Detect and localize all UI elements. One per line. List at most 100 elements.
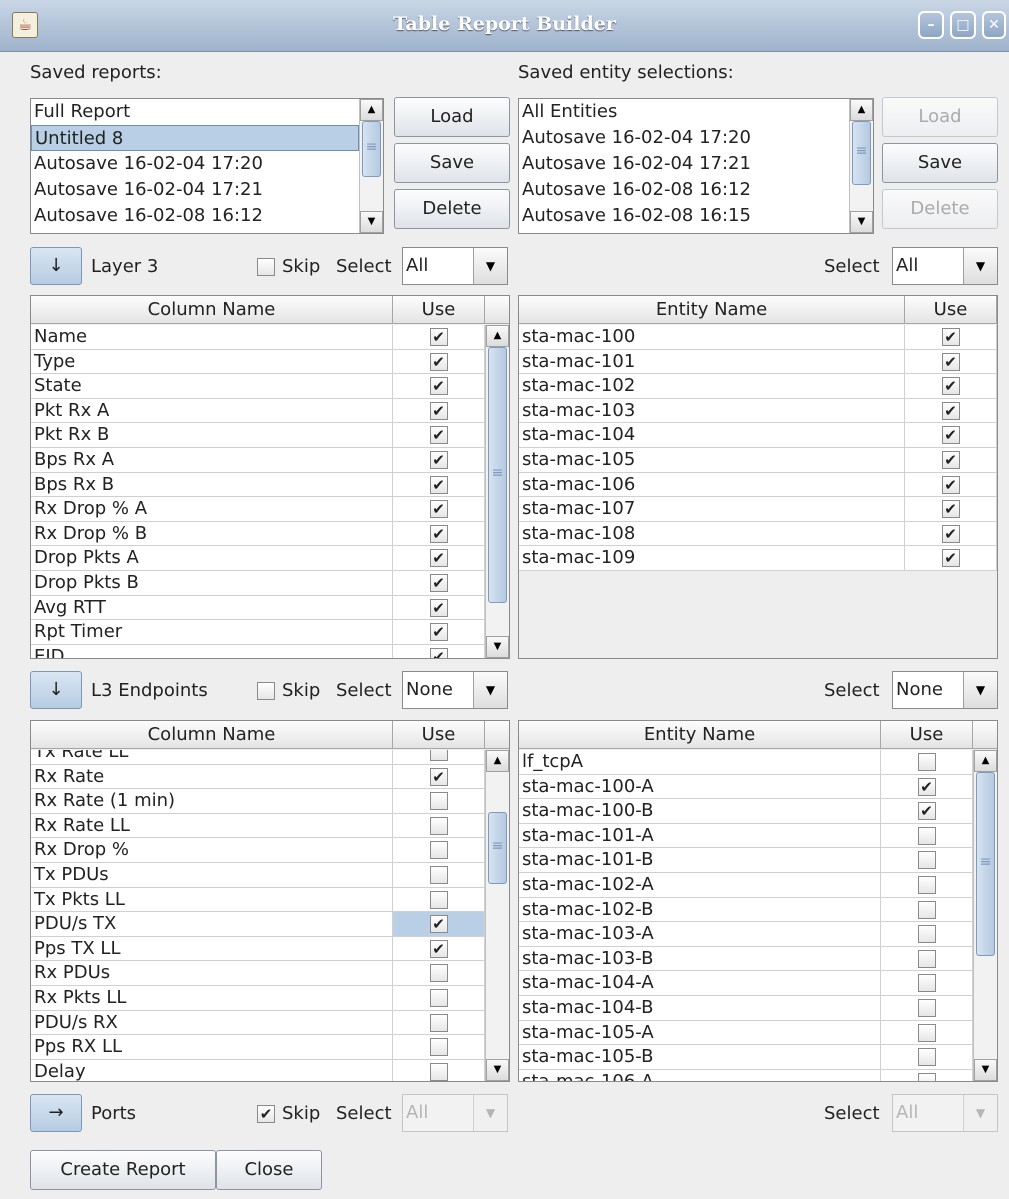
use-checkbox[interactable] (917, 925, 936, 944)
row-use-cell[interactable] (393, 961, 485, 985)
table-row[interactable]: sta-mac-100-A ✔ (519, 774, 973, 800)
l3-endpoints-skip-checkbox[interactable] (257, 682, 275, 700)
table-row[interactable]: Bps Rx B ✔ (31, 472, 485, 498)
row-use-cell[interactable] (881, 946, 973, 971)
use-header[interactable]: Use (393, 721, 485, 749)
table-row[interactable]: EID ✔ (31, 644, 485, 658)
use-checkbox[interactable] (917, 1072, 936, 1081)
table-row[interactable]: sta-mac-102 ✔ (519, 374, 997, 399)
load-entities-button[interactable]: Load (882, 97, 998, 137)
table-row[interactable]: Pkt Rx A ✔ (31, 398, 485, 424)
use-checkbox[interactable]: ✔ (941, 401, 960, 420)
row-use-cell[interactable] (881, 1020, 973, 1045)
row-use-cell[interactable] (393, 1059, 485, 1081)
scroll-up-icon[interactable]: ▲ (850, 99, 873, 121)
table-row[interactable]: Drop Pkts A ✔ (31, 546, 485, 571)
table-row[interactable]: sta-mac-101-A (519, 823, 973, 849)
use-checkbox[interactable]: ✔ (429, 401, 448, 420)
table-row[interactable]: PDU/s RX (31, 1010, 485, 1036)
row-use-cell[interactable]: ✔ (393, 447, 485, 472)
list-item[interactable]: Autosave 16-02-08 16:12 (31, 203, 359, 229)
scroll-down-icon[interactable]: ▼ (850, 211, 873, 233)
layer3-select-dropdown[interactable]: All ▼ (402, 247, 508, 285)
use-checkbox[interactable]: ✔ (941, 377, 960, 396)
use-checkbox[interactable] (917, 826, 936, 845)
use-checkbox[interactable]: ✔ (429, 623, 448, 642)
scroll-thumb[interactable] (976, 772, 995, 956)
row-use-cell[interactable] (393, 887, 485, 912)
table-row[interactable]: sta-mac-106 ✔ (519, 472, 997, 498)
row-use-cell[interactable] (393, 1010, 485, 1035)
entity-use-header[interactable]: Use (905, 296, 997, 324)
use-checkbox[interactable]: ✔ (941, 549, 960, 568)
scroll-down-icon[interactable]: ▼ (486, 1059, 509, 1081)
use-checkbox[interactable] (917, 753, 936, 771)
row-use-cell[interactable]: ✔ (393, 936, 485, 961)
table-row[interactable]: Rx Rate ✔ (31, 764, 485, 790)
table-row[interactable]: Rx Drop % (31, 838, 485, 863)
row-use-cell[interactable]: ✔ (905, 349, 997, 374)
row-use-cell[interactable]: ✔ (393, 570, 485, 595)
use-checkbox[interactable]: ✔ (429, 426, 448, 445)
use-checkbox[interactable] (429, 792, 448, 811)
use-checkbox[interactable]: ✔ (429, 500, 448, 519)
use-checkbox[interactable]: ✔ (941, 450, 960, 469)
table-row[interactable]: sta-mac-103 ✔ (519, 398, 997, 424)
row-use-cell[interactable]: ✔ (393, 595, 485, 620)
use-checkbox[interactable]: ✔ (941, 328, 960, 346)
row-use-cell[interactable]: ✔ (905, 497, 997, 521)
row-use-cell[interactable] (881, 750, 973, 774)
scroll-thumb[interactable] (362, 121, 381, 177)
row-use-cell[interactable]: ✔ (393, 472, 485, 497)
table-row[interactable]: Tx Pkts LL (31, 887, 485, 913)
use-checkbox[interactable]: ✔ (429, 524, 448, 543)
use-checkbox[interactable]: ✔ (429, 598, 448, 617)
scroll-up-icon[interactable]: ▲ (486, 325, 509, 347)
table-row[interactable]: Name ✔ (31, 325, 485, 350)
table-row[interactable]: Pps TX LL ✔ (31, 936, 485, 962)
use-checkbox[interactable]: ✔ (917, 802, 936, 821)
save-entities-button[interactable]: Save (882, 143, 998, 183)
l3-endpoints-entities-scrollbar[interactable]: ▲ ▼ (973, 750, 997, 1081)
use-checkbox[interactable] (917, 851, 936, 870)
use-checkbox[interactable] (917, 949, 936, 968)
table-row[interactable]: Rx Rate (1 min) (31, 789, 485, 814)
row-use-cell[interactable] (881, 1069, 973, 1081)
table-row[interactable]: sta-mac-101-B (519, 848, 973, 873)
use-checkbox[interactable]: ✔ (429, 377, 448, 396)
table-row[interactable]: lf_tcpA (519, 750, 973, 775)
use-checkbox[interactable]: ✔ (429, 767, 448, 786)
table-row[interactable]: Rx Rate LL (31, 813, 485, 839)
use-header[interactable]: Use (393, 296, 485, 324)
row-use-cell[interactable]: ✔ (393, 521, 485, 546)
table-row[interactable]: sta-mac-100-B ✔ (519, 799, 973, 824)
table-row[interactable]: sta-mac-103-B (519, 946, 973, 972)
use-checkbox[interactable] (429, 964, 448, 983)
ports-skip-checkbox[interactable]: ✔ (257, 1105, 275, 1123)
load-report-button[interactable]: Load (394, 97, 510, 137)
table-row[interactable]: sta-mac-103-A (519, 922, 973, 947)
table-row[interactable]: Drop Pkts B ✔ (31, 570, 485, 596)
row-use-cell[interactable]: ✔ (393, 374, 485, 398)
table-row[interactable]: Type ✔ (31, 349, 485, 375)
table-row[interactable]: sta-mac-104-B (519, 995, 973, 1021)
table-row[interactable]: sta-mac-104 ✔ (519, 423, 997, 448)
entity-name-header[interactable]: Entity Name (519, 296, 905, 324)
layer3-entity-select-dropdown[interactable]: All ▼ (892, 247, 998, 285)
list-item[interactable]: Autosave 16-02-04 17:20 (31, 151, 359, 177)
use-checkbox[interactable] (917, 974, 936, 993)
use-checkbox[interactable]: ✔ (429, 549, 448, 568)
layer3-columns-table[interactable]: Column Name Use Name ✔ Type ✔ State ✔ Pkt Rx A… (30, 295, 510, 659)
delete-entities-button[interactable]: Delete (882, 189, 998, 229)
list-item[interactable]: Autosave 16-02-04 17:21 (519, 151, 849, 177)
row-use-cell[interactable] (881, 922, 973, 946)
l3-endpoints-columns-table[interactable]: Column Name Use Tx Rate LL Rx Rate ✔ Rx Rat… (30, 720, 510, 1082)
maximize-icon[interactable]: □ (950, 11, 976, 39)
use-checkbox[interactable]: ✔ (941, 352, 960, 371)
scroll-down-icon[interactable]: ▼ (360, 211, 383, 233)
saved-entities-scrollbar[interactable]: ▲ ▼ (849, 99, 873, 233)
row-use-cell[interactable] (881, 872, 973, 897)
l3-endpoints-columns-scrollbar[interactable]: ▲ ▼ (485, 750, 509, 1081)
table-row[interactable]: Rx Drop % B ✔ (31, 521, 485, 547)
layer3-entities-table[interactable]: Entity Name Use sta-mac-100 ✔ sta-mac-101 ✔… (518, 295, 998, 659)
